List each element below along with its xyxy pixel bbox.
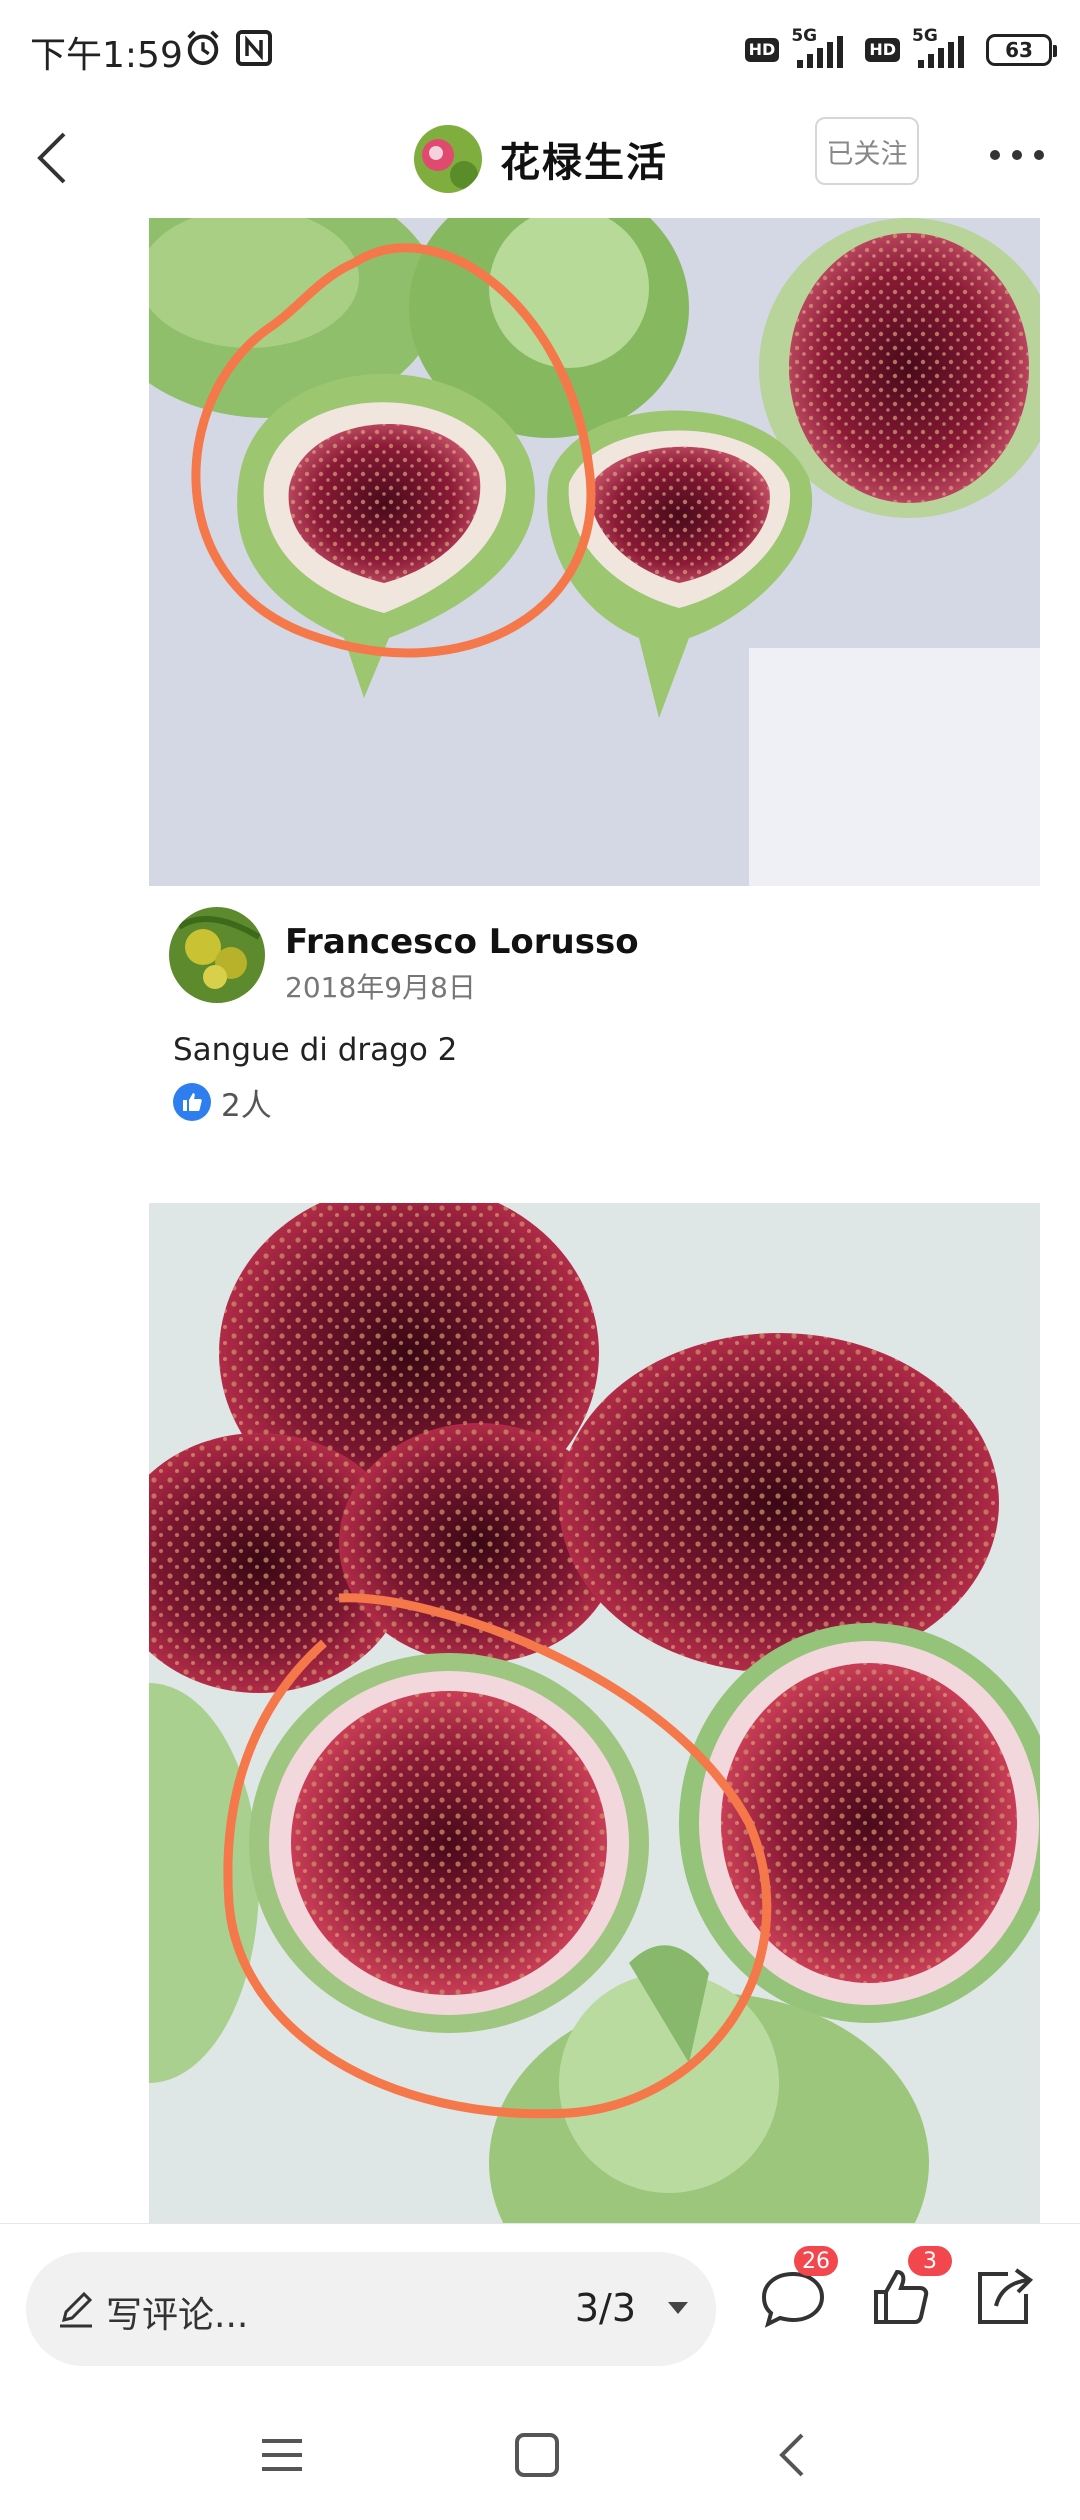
comments-button[interactable]: 26 — [756, 2246, 838, 2334]
status-right-group: HD 5G HD 5G 63 — [744, 26, 1057, 74]
comment-count-badge: 26 — [794, 2246, 838, 2276]
post-card: Francesco Lorusso 2018年9月8日 Sangue di dr… — [149, 886, 1040, 1136]
alarm-clock-icon — [187, 30, 219, 66]
more-options-icon[interactable] — [982, 130, 1052, 180]
page-indicator[interactable]: 3/3 — [575, 2286, 636, 2330]
author-avatar[interactable] — [169, 907, 265, 1003]
bottom-toolbar: 写评论... 3/3 26 3 — [0, 2223, 1080, 2374]
battery-level: 63 — [1005, 38, 1033, 62]
post-image-1[interactable] — [149, 218, 1040, 886]
post-date: 2018年9月8日 — [285, 971, 476, 1004]
like-row[interactable]: 2人 — [173, 1082, 272, 1124]
thumbs-up-icon — [173, 1083, 211, 1121]
nav-header: 花椂生活 已关注 — [0, 100, 1080, 218]
signal-5g-icon-2: 5G — [910, 26, 976, 70]
post-image-2[interactable] — [149, 1203, 1040, 2223]
status-bar: 下午1:59 HD 5G HD 5G 63 — [0, 0, 1080, 100]
post-caption: Sangue di drago 2 — [173, 1032, 458, 1068]
account-info[interactable]: 花椂生活 — [414, 114, 668, 204]
back-arrow-icon[interactable] — [18, 122, 90, 194]
battery-icon: 63 — [986, 34, 1057, 66]
comment-input[interactable]: 写评论... 3/3 — [26, 2252, 716, 2366]
share-button[interactable] — [966, 2260, 1040, 2334]
comment-placeholder: 写评论... — [106, 2295, 249, 2336]
like-button[interactable]: 3 — [864, 2246, 952, 2334]
follow-button[interactable]: 已关注 — [815, 117, 919, 185]
nfc-icon — [236, 30, 272, 66]
share-icon — [978, 2268, 1034, 2324]
status-time: 下午1:59 — [30, 35, 183, 76]
system-back-icon[interactable] — [764, 2425, 824, 2485]
home-icon[interactable] — [507, 2425, 567, 2485]
like-count: 2人 — [221, 1087, 272, 1124]
hd-badge-2: HD — [865, 38, 900, 62]
like-count-badge: 3 — [908, 2246, 952, 2276]
account-avatar[interactable] — [414, 125, 482, 193]
pencil-icon — [60, 2291, 93, 2328]
menu-icon[interactable] — [252, 2425, 312, 2485]
account-name[interactable]: 花椂生活 — [500, 130, 668, 188]
hd-badge: HD — [744, 38, 780, 62]
signal-5g-icon: 5G — [789, 26, 855, 70]
system-navigation-bar — [0, 2373, 1080, 2520]
caret-down-icon[interactable] — [660, 2290, 696, 2326]
author-name[interactable]: Francesco Lorusso — [285, 922, 639, 962]
